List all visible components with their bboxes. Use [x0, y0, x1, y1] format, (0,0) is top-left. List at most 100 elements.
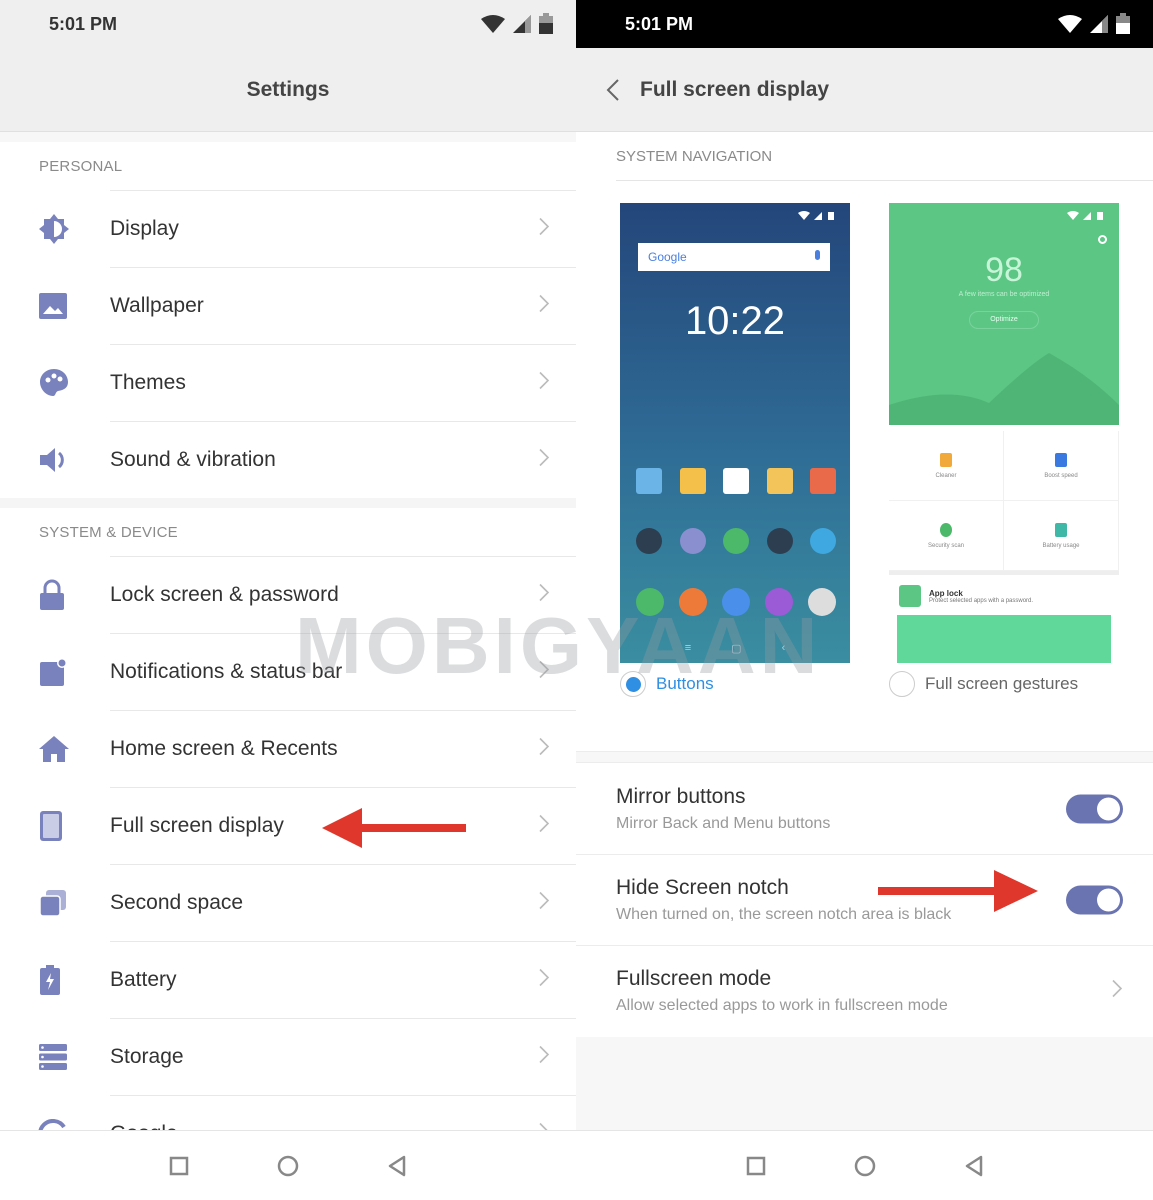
brightness-icon	[0, 213, 110, 245]
page-title: Settings	[246, 77, 330, 101]
settings-item-label: Sound & vibration	[110, 421, 576, 498]
settings-item-label: Themes	[110, 344, 576, 421]
wifi-icon	[1058, 15, 1082, 33]
section-header-system: SYSTEM & DEVICE	[39, 523, 178, 541]
recents-button[interactable]	[746, 1156, 766, 1176]
toggle-switch[interactable]	[1066, 794, 1123, 823]
settings-item-home-screen-recents[interactable]: Home screen & Recents	[0, 710, 576, 787]
setting-fullscreen-mode[interactable]: Fullscreen mode Allow selected apps to w…	[576, 945, 1153, 1036]
app-icon	[810, 528, 836, 554]
dock-app-icon	[679, 588, 707, 616]
phone-icon	[0, 810, 110, 842]
app-icon	[810, 468, 836, 494]
gestures-preview[interactable]: 98 A few items can be optimized Optimize…	[889, 203, 1119, 663]
settings-item-wallpaper[interactable]: Wallpaper	[0, 267, 576, 344]
status-bar: 5:01 PM	[0, 0, 576, 48]
notification-icon	[0, 657, 110, 687]
settings-item-label: Home screen & Recents	[110, 710, 576, 787]
settings-item-storage[interactable]: Storage	[0, 1018, 576, 1095]
nav-bar	[0, 1130, 576, 1200]
battery-status-icon	[1116, 13, 1130, 34]
signal-icon	[513, 15, 531, 33]
settings-item-sound-vibration[interactable]: Sound & vibration	[0, 421, 576, 498]
palette-icon	[0, 367, 110, 399]
status-bar: 5:01 PM	[576, 0, 1153, 48]
recents-button[interactable]	[169, 1156, 189, 1176]
back-arrow-icon[interactable]	[598, 75, 628, 105]
chevron-right-icon	[538, 582, 550, 607]
nav-bar	[576, 1130, 1153, 1200]
status-time: 5:01 PM	[625, 13, 694, 34]
app-icon	[766, 528, 793, 554]
radio-selected[interactable]	[620, 671, 646, 697]
section-header-navigation: SYSTEM NAVIGATION	[616, 147, 773, 165]
dock-app-icon	[636, 588, 664, 616]
settings-item-second-space[interactable]: Second space	[0, 864, 576, 941]
annotation-arrow-left	[322, 808, 466, 848]
settings-item-full-screen-display[interactable]: Full screen display	[0, 787, 576, 864]
preview-clock: 10:22	[684, 299, 786, 343]
back-button[interactable]	[387, 1155, 407, 1177]
app-icon	[679, 528, 706, 554]
settings-item-lock-screen-password[interactable]: Lock screen & password	[0, 556, 576, 633]
wifi-icon	[481, 15, 505, 33]
radio-gestures[interactable]: Full screen gestures	[889, 671, 1078, 697]
settings-item-label: Notifications & status bar	[110, 633, 576, 710]
chevron-right-icon	[538, 967, 550, 992]
settings-item-display[interactable]: Display	[0, 190, 576, 267]
settings-item-label: Second space	[110, 864, 576, 941]
chevron-right-icon	[538, 447, 550, 472]
section-header-personal: PERSONAL	[39, 157, 123, 175]
radio-buttons[interactable]: Buttons	[620, 671, 714, 697]
security-tile: Cleaner	[889, 431, 1004, 501]
chevron-right-icon[interactable]	[1111, 979, 1123, 1004]
full-screen-display-screen: 5:01 PM Full screen display SYSTEM NAVIG…	[576, 0, 1153, 1200]
app-icon	[679, 468, 706, 494]
dock-app-icon	[722, 588, 750, 616]
chevron-right-icon	[538, 1044, 550, 1069]
settings-screen: 5:01 PM Settings PERSONAL Display Wallpa…	[0, 0, 576, 1200]
settings-item-battery[interactable]: Battery	[0, 941, 576, 1018]
settings-item-label: Battery	[110, 941, 576, 1018]
security-tile: Boost speed	[1004, 431, 1119, 501]
navigation-previews: Google 10:22 ≡ ▢ ‹ Buttons 98 A few items …	[576, 181, 1153, 751]
google-search-bar: Google	[638, 243, 830, 271]
app-icon	[636, 528, 662, 554]
app-icon	[766, 468, 793, 494]
speaker-icon	[0, 444, 110, 476]
chevron-right-icon	[538, 293, 550, 318]
settings-item-notifications-status-bar[interactable]: Notifications & status bar	[0, 633, 576, 710]
app-icon	[723, 468, 749, 494]
app-icon	[723, 528, 749, 554]
home-button[interactable]	[854, 1155, 876, 1177]
setting-hide-screen-notch[interactable]: Hide Screen notch When turned on, the sc…	[576, 854, 1153, 945]
battery-icon	[0, 964, 110, 996]
setting-mirror-buttons[interactable]: Mirror buttons Mirror Back and Menu butt…	[576, 763, 1153, 854]
layers-icon	[0, 888, 110, 918]
app-lock-icon	[899, 585, 921, 607]
toggle-switch[interactable]	[1066, 885, 1123, 915]
chevron-right-icon	[538, 370, 550, 395]
annotation-arrow-right	[878, 870, 1038, 912]
home-button[interactable]	[277, 1155, 299, 1177]
home-icon	[0, 734, 110, 764]
setting-subtitle: Allow selected apps to work in fullscree…	[616, 997, 948, 1014]
lock-icon	[0, 579, 110, 611]
settings-item-label: Storage	[110, 1018, 576, 1095]
settings-item-themes[interactable]: Themes	[0, 344, 576, 421]
settings-item-label: Display	[110, 190, 576, 267]
battery-status-icon	[539, 13, 553, 34]
radio-unselected[interactable]	[889, 671, 915, 697]
dock-app-icon	[765, 588, 793, 616]
chevron-right-icon	[538, 659, 550, 684]
buttons-preview[interactable]: Google 10:22 ≡ ▢ ‹	[620, 203, 850, 663]
image-icon	[0, 292, 110, 320]
chevron-right-icon	[538, 890, 550, 915]
app-bar: Full screen display	[576, 48, 1153, 132]
settings-item-label: Wallpaper	[110, 267, 576, 344]
chevron-right-icon	[538, 736, 550, 761]
back-button[interactable]	[964, 1155, 984, 1177]
storage-icon	[0, 1043, 110, 1071]
security-tile: Security scan	[889, 501, 1004, 571]
page-title: Full screen display	[640, 77, 830, 101]
